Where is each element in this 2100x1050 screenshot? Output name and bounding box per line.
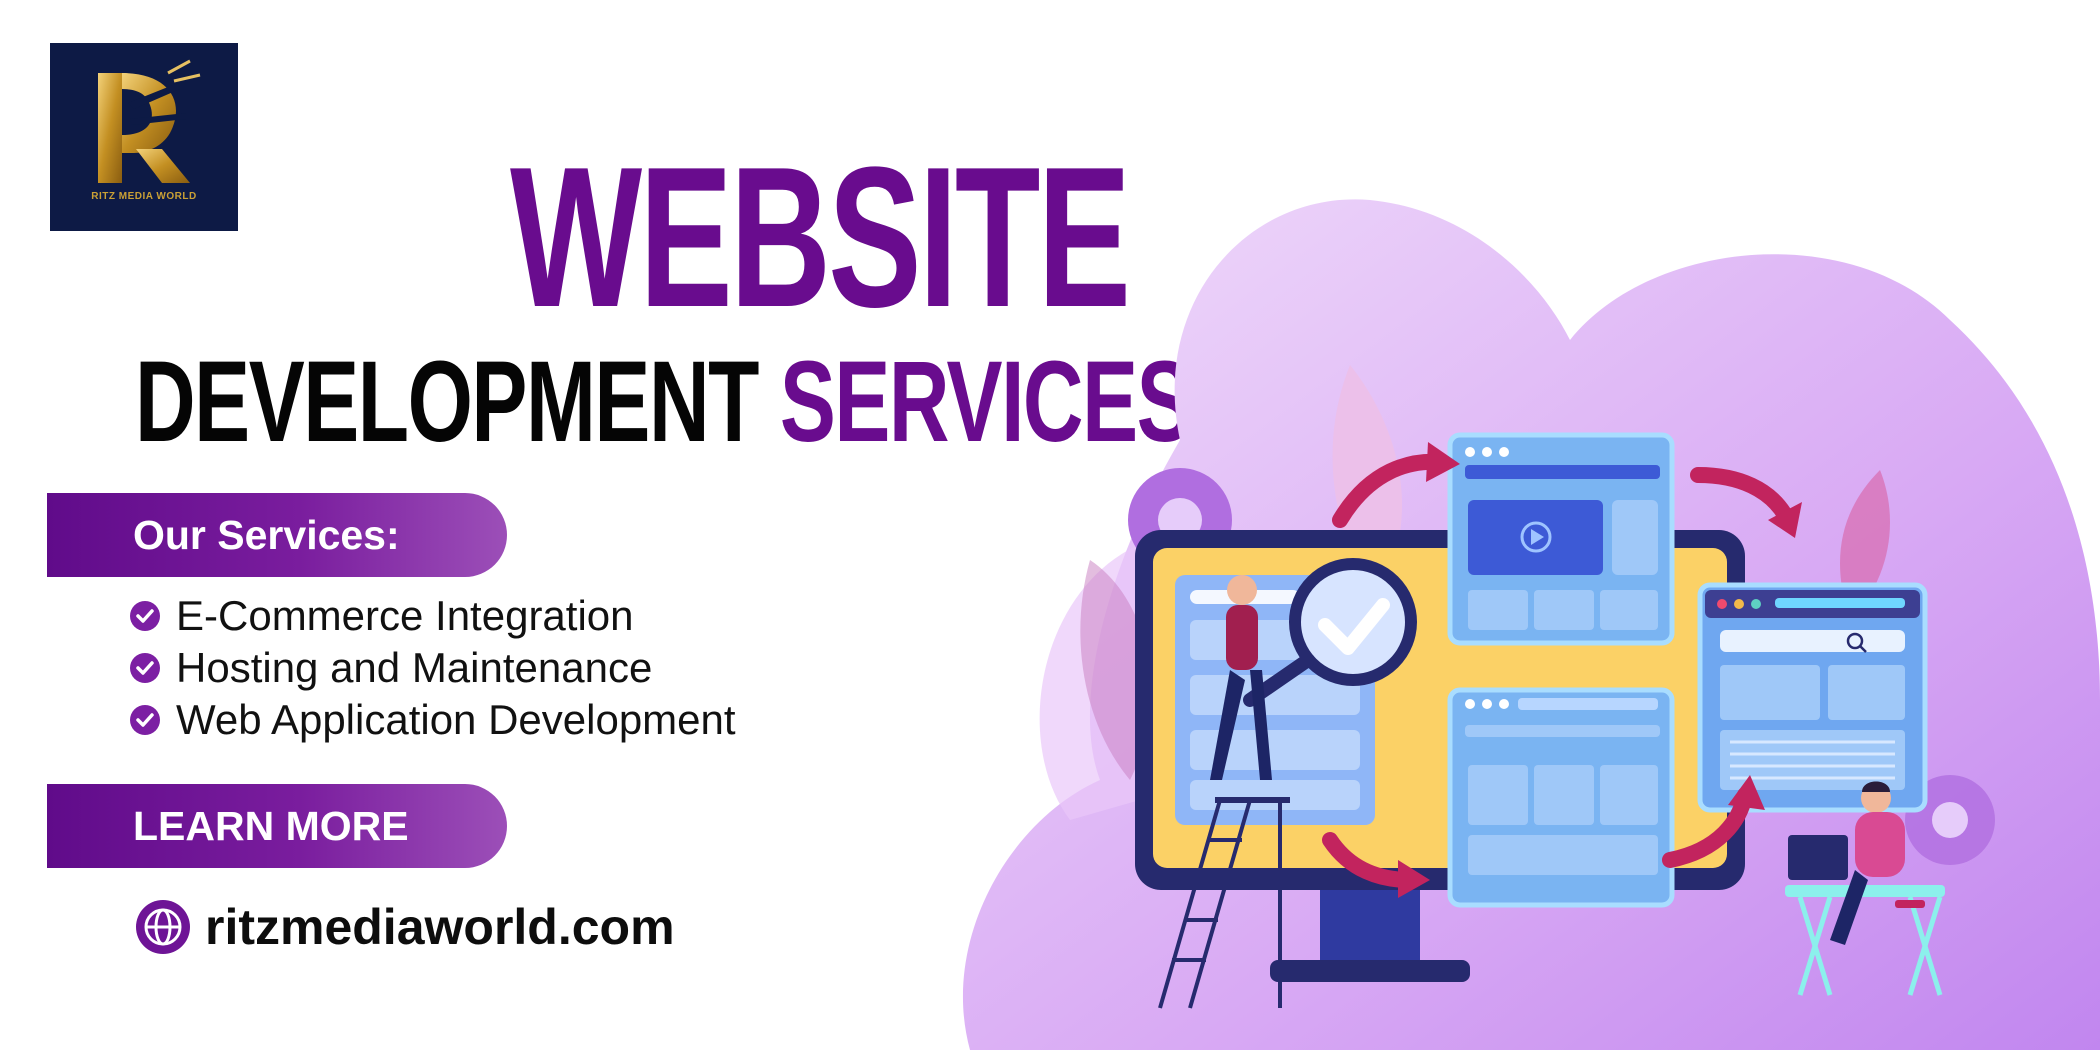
list-item: E-Commerce Integration [130, 590, 736, 642]
services-list: E-Commerce Integration Hosting and Maint… [130, 590, 736, 746]
website-url: ritzmediaworld.com [205, 899, 675, 955]
service-label: E-Commerce Integration [176, 592, 634, 639]
globe-icon [136, 900, 190, 954]
list-item: Hosting and Maintenance [130, 642, 736, 694]
headline-development: DEVELOPMENT [135, 338, 759, 466]
website-link[interactable]: ritzmediaworld.com [135, 898, 675, 956]
service-label: Hosting and Maintenance [176, 644, 653, 691]
logo-mark [98, 59, 201, 183]
service-label: Web Application Development [176, 696, 736, 743]
web-development-illustration [962, 199, 2100, 1050]
services-heading: Our Services: [47, 493, 507, 577]
check-circle-icon [130, 653, 160, 683]
check-circle-icon [130, 705, 160, 735]
check-circle-icon [130, 601, 160, 631]
list-item: Web Application Development [130, 694, 736, 746]
learn-more-button[interactable]: LEARN MORE [47, 784, 507, 868]
brand-logo: RITZ MEDIA WORLD [50, 43, 238, 231]
logo-text: RITZ MEDIA WORLD [91, 191, 197, 202]
